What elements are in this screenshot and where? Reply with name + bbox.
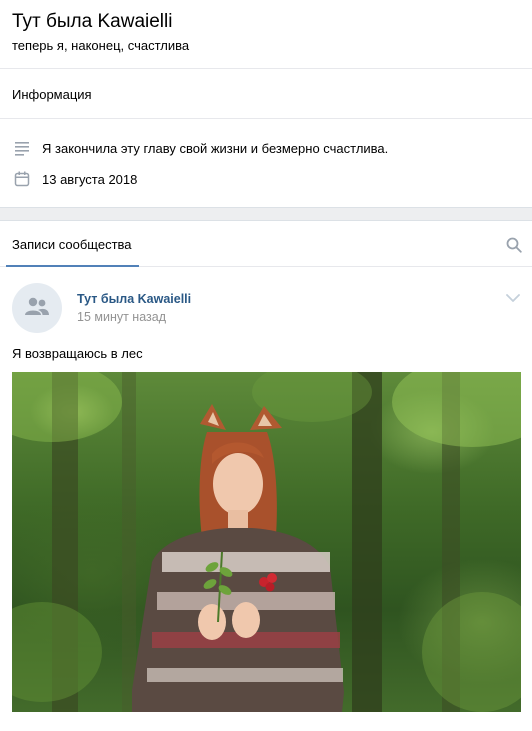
post-text: Я возвращаюсь в лес <box>12 346 143 361</box>
wall-tabs: Записи сообщества <box>0 221 532 267</box>
group-header: Тут была Kawaielli теперь я, наконец, сч… <box>0 0 532 69</box>
section-separator <box>0 207 532 221</box>
info-description: Я закончила эту главу свой жизни и безме… <box>42 141 389 156</box>
post-author-link[interactable]: Тут была Kawaielli <box>77 292 191 306</box>
tab-label: Записи сообщества <box>12 237 132 252</box>
calendar-icon <box>14 171 30 187</box>
post-photo[interactable] <box>12 372 521 712</box>
group-title: Тут была Kawaielli <box>12 11 173 32</box>
group-avatar-icon <box>25 297 49 315</box>
info-section-header[interactable]: Информация <box>0 69 532 119</box>
wall-post: Тут была Kawaielli 15 минут назад Я возв… <box>0 267 532 731</box>
info-description-row: Я закончила эту главу свой жизни и безме… <box>0 133 532 163</box>
group-status: теперь я, наконец, счастлива <box>12 38 190 53</box>
info-heading: Информация <box>12 87 92 102</box>
tab-community-posts[interactable]: Записи сообщества <box>6 221 139 267</box>
info-date-row: 13 августа 2018 <box>0 164 532 194</box>
post-time[interactable]: 15 минут назад <box>77 310 166 324</box>
avatar[interactable] <box>12 283 62 333</box>
chevron-down-icon[interactable] <box>505 293 521 303</box>
search-icon[interactable] <box>506 237 522 253</box>
lines-icon <box>15 142 29 156</box>
photo-illustration <box>12 372 521 712</box>
info-date: 13 августа 2018 <box>42 172 138 187</box>
